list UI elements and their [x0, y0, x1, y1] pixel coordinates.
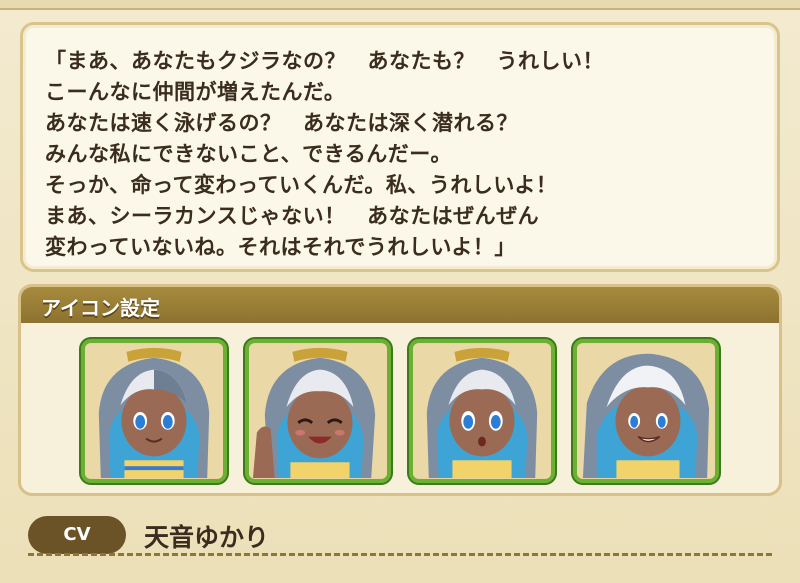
section-title: アイコン設定: [41, 296, 160, 320]
section-header: アイコン設定: [21, 287, 779, 323]
dialog-box: 「まあ、あなたもクジラなの？ あなたも？ うれしい！ こーんなに仲間が増えたんだ…: [20, 22, 780, 272]
icon-option-4[interactable]: [573, 339, 719, 483]
icon-option-1[interactable]: [81, 339, 227, 483]
character-portrait-grin-icon: [577, 343, 715, 479]
dialog-line: こーんなに仲間が増えたんだ。: [45, 80, 346, 104]
icon-settings-section: アイコン設定: [18, 284, 782, 496]
dialog-line: 「まあ、あなたもクジラなの？ あなたも？ うれしい！: [45, 49, 604, 73]
character-portrait-surprised-icon: [413, 343, 551, 479]
icon-option-2[interactable]: [245, 339, 391, 483]
dialog-line: みんな私にできないこと、できるんだー。: [45, 142, 453, 166]
icon-option-3[interactable]: [409, 339, 555, 483]
voice-actor-name: 天音ゆかり: [144, 523, 270, 552]
dialog-line: そっか、命って変わっていくんだ。私、うれしいよ！: [45, 173, 558, 197]
character-portrait-wink-icon: [249, 343, 387, 479]
dialog-line: まあ、シーラカンスじゃない！ あなたはぜんぜん: [45, 204, 540, 228]
dialog-line: 変わっていないね。それはそれでうれしいよ！」: [45, 235, 516, 259]
cv-underline: [28, 553, 772, 556]
profile-panel: 「まあ、あなたもクジラなの？ あなたも？ うれしい！ こーんなに仲間が増えたんだ…: [0, 0, 800, 583]
cv-label: CV: [28, 516, 126, 554]
character-portrait-smile-icon: [85, 343, 223, 479]
dialog-line: あなたは速く泳げるの？ あなたは深く潜れる？: [45, 111, 518, 135]
top-divider: [0, 0, 800, 10]
